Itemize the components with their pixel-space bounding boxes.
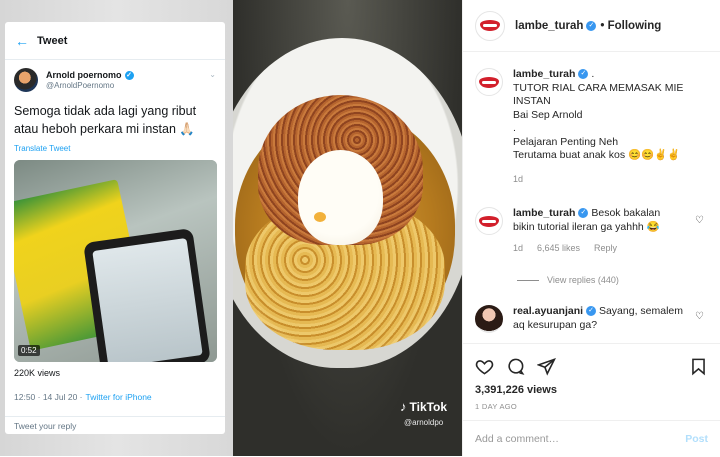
video-duration: 0:52	[18, 345, 40, 356]
avatar[interactable]	[475, 68, 503, 96]
tiktok-handle: @arnoldpo	[404, 418, 444, 427]
comment-username[interactable]: lambe_turah	[513, 207, 575, 219]
verified-icon: ✓	[586, 306, 597, 317]
tweet-time: 12:50 · 14 Jul 20 ·	[14, 392, 83, 402]
comment-likes[interactable]: 6,645 likes	[537, 242, 580, 256]
caption-prefix: .	[591, 68, 595, 80]
heart-icon[interactable]: ♡	[695, 311, 704, 322]
caption-line: Pelajaran Penting Neh	[513, 135, 619, 148]
view-replies-link[interactable]: View replies (440)	[517, 275, 619, 285]
avatar[interactable]	[475, 10, 505, 41]
tweet-author-handle: @ArnoldPoernomo	[46, 81, 115, 90]
tweet-card: ← Tweet Arnold poernomo ✓ @ArnoldPoernom…	[5, 22, 225, 434]
tweet-reply-placeholder: Tweet your reply	[5, 416, 225, 434]
tweet-author-name: Arnold poernomo	[46, 70, 122, 80]
comment-input[interactable]: Add a comment…	[475, 433, 685, 445]
caption-username[interactable]: lambe_turah	[513, 68, 575, 80]
tiktok-brand: TikTok	[409, 399, 448, 414]
posted-ago: 1 DAY AGO	[475, 402, 518, 411]
arrow-left-icon: ←	[15, 32, 29, 49]
tiktok-watermark: ♪ TikTok	[400, 399, 447, 414]
post-username[interactable]: lambe_turah	[515, 20, 583, 32]
comment-username[interactable]: real.ayuanjani	[513, 305, 583, 317]
post-actions: 3,391,226 views 1 DAY AGO Add a comment……	[463, 343, 720, 456]
tweet-screenshot-panel: ← Tweet Arnold poernomo ✓ @ArnoldPoernom…	[0, 0, 233, 456]
bookmark-icon[interactable]	[689, 357, 708, 376]
caption-line: Terutama buat anak kos 😊😊✌✌	[513, 149, 681, 161]
verified-icon: ✓	[578, 69, 589, 80]
tweet-views: 220K views	[14, 368, 61, 378]
post-header: lambe_turah ✓ • Following	[463, 0, 720, 52]
add-comment-bar: Add a comment… Post	[463, 420, 720, 457]
caption-line: .	[513, 122, 516, 134]
tweet-author: Arnold poernomo ✓ @ArnoldPoernomo ⌄	[5, 60, 225, 92]
comments-list[interactable]: lambe_turah ✓ . TUTOR RIAL CARA MEMASAK M…	[463, 53, 720, 343]
chevron-down-icon: ⌄	[209, 70, 216, 79]
verified-icon: ✓	[578, 208, 589, 219]
post-media[interactable]: ← Tweet Arnold poernomo ✓ @ArnoldPoernom…	[0, 0, 462, 456]
tweet-source: Twitter for iPhone	[85, 392, 152, 402]
tweet-video-thumbnail: 0:52	[14, 160, 217, 362]
post-button[interactable]: Post	[685, 433, 708, 445]
translate-tweet-link: Translate Tweet	[14, 144, 71, 153]
lips-logo-icon	[479, 215, 499, 227]
reply-button[interactable]: Reply	[594, 242, 617, 256]
lips-logo-icon	[479, 76, 499, 88]
heart-icon[interactable]: ♡	[695, 215, 704, 226]
egg-image	[298, 150, 383, 245]
verified-icon: ✓	[124, 70, 134, 80]
tweet-meta: 12:50 · 14 Jul 20 · Twitter for iPhone	[14, 392, 152, 402]
tweet-author-avatar	[14, 68, 38, 92]
verified-icon: ✓	[586, 20, 597, 31]
caption-time[interactable]: 1d	[513, 173, 523, 187]
avatar[interactable]	[475, 305, 503, 333]
view-count[interactable]: 3,391,226 views	[475, 384, 708, 396]
share-icon[interactable]	[537, 357, 556, 376]
comment-item: lambe_turah ✓ Besok bakalan bikin tutoria…	[475, 207, 683, 256]
tweet-text: Semoga tidak ada lagi yang ribut atau he…	[14, 104, 197, 136]
screenshot-root: ← Tweet Arnold poernomo ✓ @ArnoldPoernom…	[0, 0, 720, 456]
comment-time[interactable]: 1d	[513, 242, 523, 256]
caption-line: TUTOR RIAL CARA MEMASAK MIE INSTAN	[513, 81, 684, 108]
tiktok-icon: ♪	[400, 399, 407, 414]
following-status[interactable]: • Following	[600, 20, 661, 32]
post-sidebar: lambe_turah ✓ • Following lambe_turah ✓ .…	[462, 0, 720, 456]
caption: lambe_turah ✓ . TUTOR RIAL CARA MEMASAK M…	[475, 68, 703, 186]
heart-icon[interactable]	[475, 357, 494, 376]
comment-icon[interactable]	[506, 357, 525, 376]
caption-line: Bai Sep Arnold	[513, 108, 583, 121]
comment-item: real.ayuanjani ✓ Sayang, semalem aq kesur…	[475, 305, 683, 333]
tweet-header: ← Tweet	[5, 22, 225, 60]
avatar[interactable]	[475, 207, 503, 235]
noodle-video-frame	[233, 0, 462, 456]
tweet-header-title: Tweet	[37, 34, 68, 47]
lips-logo-icon	[480, 20, 500, 31]
